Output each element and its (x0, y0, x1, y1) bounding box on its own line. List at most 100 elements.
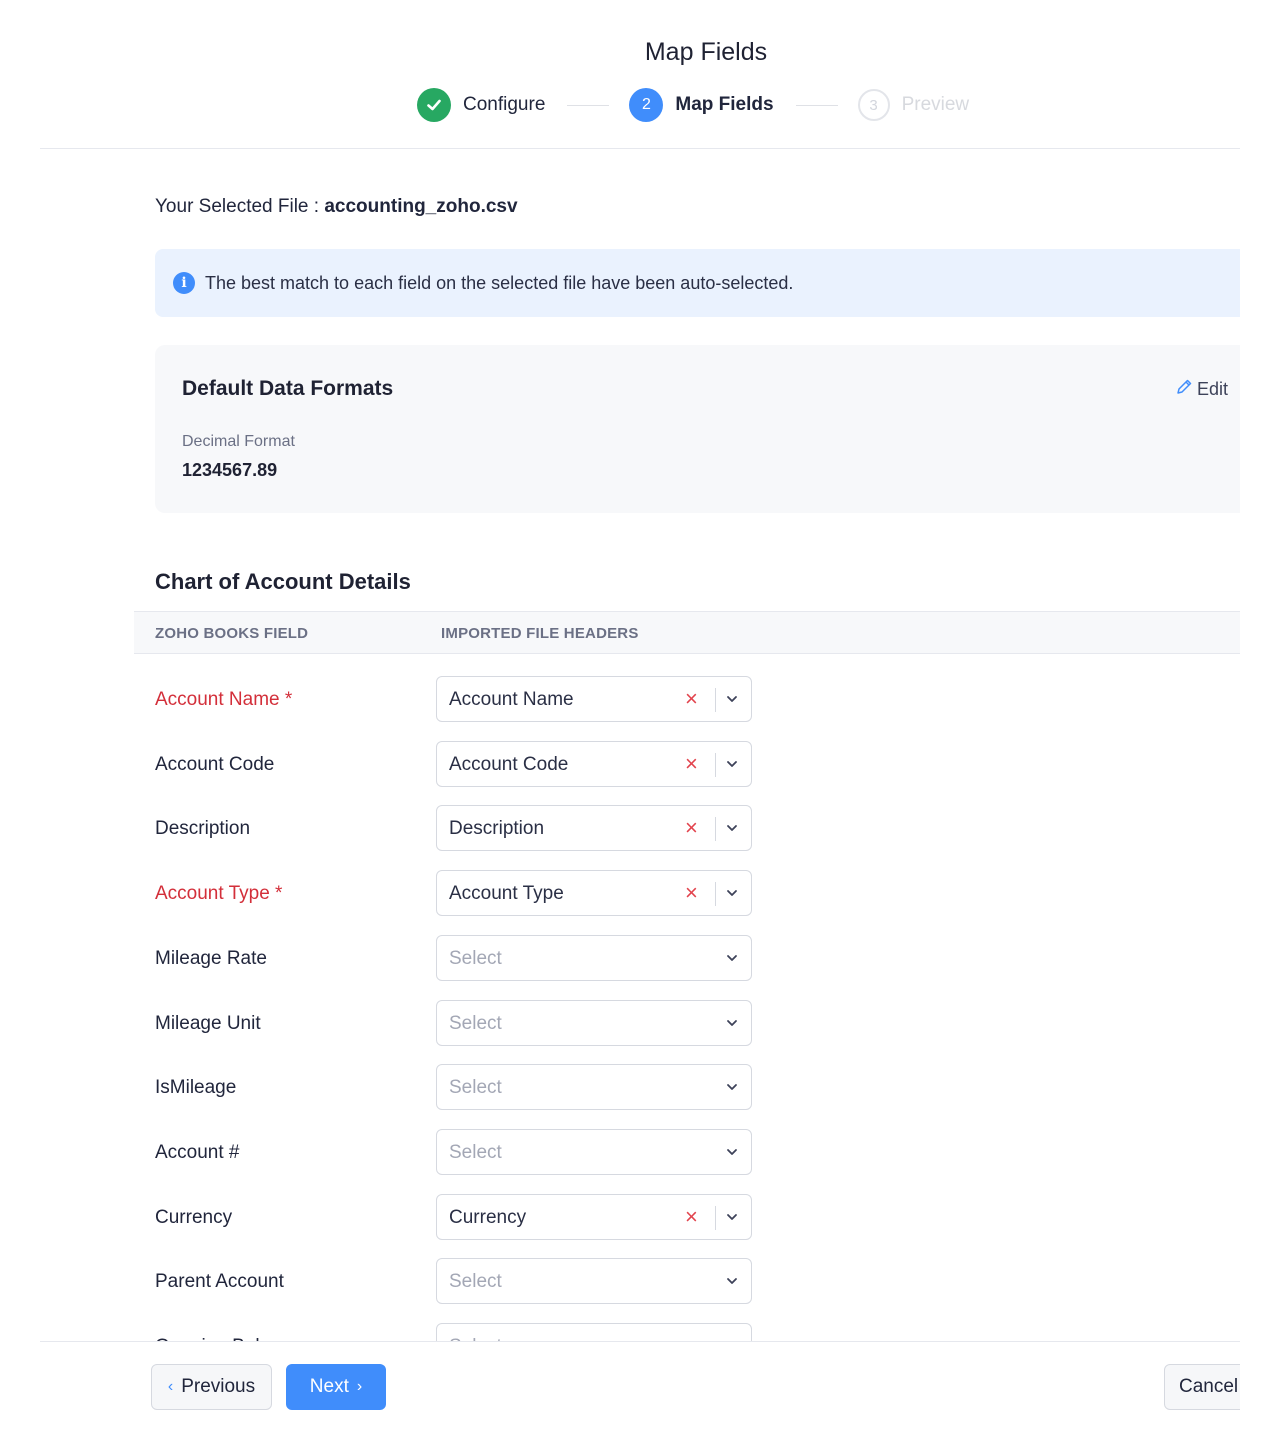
field-mapping-row: Mileage Unit Select (40, 1000, 1240, 1048)
formats-title: Default Data Formats (182, 377, 394, 400)
clear-icon[interactable]: × (685, 751, 698, 777)
field-mapping-row: Account Code Account Code × (40, 741, 1240, 789)
select-value: Select (449, 1077, 502, 1098)
field-mapping-row: Account Name * Account Name × (40, 676, 1240, 724)
chevron-down-icon[interactable] (723, 949, 741, 967)
field-mapping-row: Account # Select (40, 1129, 1240, 1177)
select-value: Account Name (449, 689, 574, 710)
field-mapping-row: Mileage Rate Select (40, 935, 1240, 983)
field-label: Description (155, 818, 251, 839)
field-label: Mileage Unit (155, 1013, 261, 1034)
clear-icon[interactable]: × (685, 815, 698, 841)
select-divider (715, 882, 716, 906)
import-page: Map Fields Configure 2 Map Fields 3 Prev… (40, 0, 1240, 1452)
field-mapping-row: Description Description × (40, 805, 1240, 853)
field-label: Account # (155, 1142, 240, 1163)
select-divider (715, 817, 716, 841)
info-banner: i The best match to each field on the se… (155, 249, 1240, 317)
field-label: Account Type * (155, 883, 283, 904)
file-header-select[interactable]: Select (436, 1323, 752, 1341)
field-mapping-row: IsMileage Select (40, 1064, 1240, 1112)
wizard-header: Map Fields Configure 2 Map Fields 3 Prev… (40, 0, 1240, 149)
cancel-button[interactable]: Cancel (1164, 1364, 1240, 1410)
pencil-icon (1175, 378, 1193, 401)
content-area[interactable]: Your Selected File : accounting_zoho.csv… (40, 149, 1240, 1341)
previous-label: Previous (181, 1376, 256, 1397)
select-value: Description (449, 818, 545, 839)
clear-icon[interactable]: × (685, 880, 698, 906)
select-divider (715, 753, 716, 777)
step-map-fields[interactable]: 2 Map Fields (629, 88, 774, 122)
clear-icon[interactable]: × (685, 1204, 698, 1230)
select-value: Select (449, 948, 502, 969)
file-header-select[interactable]: Select (436, 1064, 752, 1110)
decimal-format-value: 1234567.89 (182, 460, 278, 480)
field-mapping-row: Currency Currency × (40, 1194, 1240, 1242)
select-value: Currency (449, 1207, 527, 1228)
select-value: Select (449, 1142, 502, 1163)
step-connector (567, 104, 610, 106)
step-connector (795, 104, 838, 106)
file-header-select[interactable]: Account Code × (436, 741, 752, 787)
step-number: 3 (857, 89, 890, 121)
chevron-down-icon[interactable] (723, 884, 741, 902)
chevron-down-icon[interactable] (723, 1078, 741, 1096)
field-mapping-row: Account Type * Account Type × (40, 870, 1240, 918)
step-configure[interactable]: Configure (417, 88, 545, 122)
section-title: Chart of Account Details (155, 569, 411, 594)
field-mapping-row: Parent Account Select (40, 1258, 1240, 1306)
select-value: Select (449, 1013, 502, 1034)
field-label: Account Code (155, 754, 275, 775)
info-icon: i (173, 272, 195, 294)
chevron-down-icon[interactable] (723, 755, 741, 773)
field-label: Account Name * (155, 689, 293, 710)
default-data-formats-card: Default Data Formats Edit Decimal Format… (155, 345, 1240, 513)
selected-file-label: Your Selected File : (155, 196, 325, 217)
file-header-select[interactable]: Account Type × (436, 870, 752, 916)
chevron-down-icon[interactable] (723, 1014, 741, 1032)
field-label: Currency (155, 1207, 233, 1228)
field-label: IsMileage (155, 1077, 237, 1098)
wizard-footer: ‹ Previous Next › Cancel (40, 1341, 1240, 1452)
next-button[interactable]: Next › (286, 1364, 386, 1410)
chevron-down-icon[interactable] (723, 690, 741, 708)
field-label: Mileage Rate (155, 948, 267, 969)
step-label: Configure (463, 94, 546, 115)
check-icon (417, 88, 451, 122)
field-label: Parent Account (155, 1271, 284, 1292)
previous-button[interactable]: ‹ Previous (151, 1364, 272, 1410)
selected-file: Your Selected File : accounting_zoho.csv (155, 196, 518, 218)
chevron-left-icon: ‹ (167, 1378, 174, 1395)
edit-formats-button[interactable]: Edit (1175, 378, 1228, 401)
chevron-down-icon[interactable] (723, 1143, 741, 1161)
stepper: Configure 2 Map Fields 3 Preview (417, 86, 969, 124)
file-header-select[interactable]: Select (436, 1258, 752, 1304)
select-value: Account Type (449, 883, 564, 904)
file-header-select[interactable]: Currency × (436, 1194, 752, 1240)
decimal-format-label: Decimal Format (182, 433, 295, 450)
step-number: 2 (629, 88, 664, 122)
chevron-down-icon[interactable] (723, 1208, 741, 1226)
step-preview: 3 Preview (857, 89, 970, 121)
clear-icon[interactable]: × (685, 686, 698, 712)
file-header-select[interactable]: Select (436, 935, 752, 981)
file-header-select[interactable]: Select (436, 1000, 752, 1046)
chevron-down-icon[interactable] (723, 1272, 741, 1290)
edit-label: Edit (1196, 379, 1228, 399)
field-mapping-row: Opening BalanceSelect (40, 1323, 1240, 1341)
file-header-select[interactable]: Description × (436, 805, 752, 851)
table-header: ZOHO BOOKS FIELD IMPORTED FILE HEADERS (134, 611, 1240, 654)
column-header-file-headers: IMPORTED FILE HEADERS (441, 625, 639, 642)
select-value: Account Code (449, 754, 569, 775)
cancel-label: Cancel (1179, 1376, 1239, 1397)
select-divider (715, 688, 716, 712)
step-label: Preview (901, 94, 970, 115)
file-header-select[interactable]: Account Name × (436, 676, 752, 722)
file-header-select[interactable]: Select (436, 1129, 752, 1175)
info-text: The best match to each field on the sele… (205, 272, 794, 293)
step-label: Map Fields (675, 94, 774, 115)
column-header-field: ZOHO BOOKS FIELD (155, 625, 309, 642)
chevron-down-icon[interactable] (723, 819, 741, 837)
chevron-right-icon: › (356, 1378, 363, 1395)
page-title: Map Fields (644, 38, 768, 66)
